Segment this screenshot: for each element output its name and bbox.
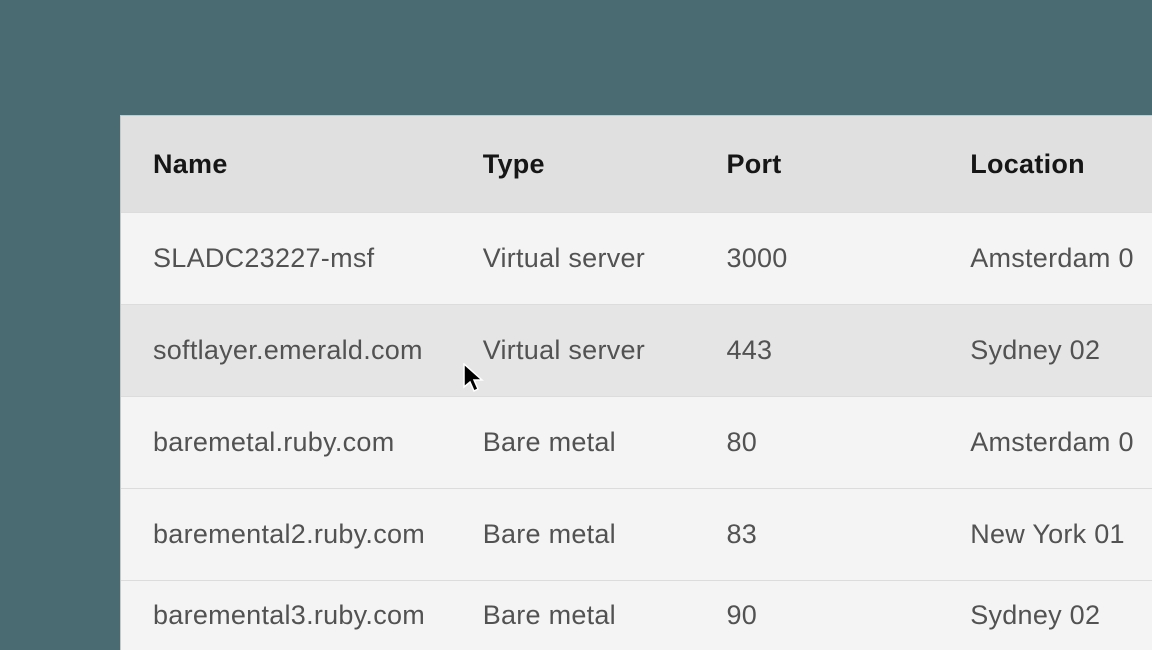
table-row[interactable]: baremental3.ruby.com Bare metal 90 Sydne…	[121, 580, 1152, 650]
cell-port: 90	[726, 600, 970, 631]
cell-port: 3000	[726, 243, 970, 274]
cell-type: Bare metal	[483, 600, 727, 631]
cell-type: Bare metal	[483, 519, 727, 550]
column-header-name[interactable]: Name	[121, 149, 483, 180]
cell-location: Sydney 02	[970, 335, 1152, 366]
cell-port: 443	[726, 335, 970, 366]
table-header-row: Name Type Port Location	[121, 116, 1152, 212]
cell-name: softlayer.emerald.com	[121, 335, 483, 366]
column-header-location[interactable]: Location	[970, 149, 1152, 180]
cell-port: 80	[726, 427, 970, 458]
cell-name: baremetal.ruby.com	[121, 427, 483, 458]
cell-location: New York 01	[970, 519, 1152, 550]
cell-type: Virtual server	[483, 335, 727, 366]
cell-name: SLADC23227-msf	[121, 243, 483, 274]
cell-location: Amsterdam 0	[970, 427, 1152, 458]
cell-port: 83	[726, 519, 970, 550]
cell-location: Amsterdam 0	[970, 243, 1152, 274]
server-table: Name Type Port Location SLADC23227-msf V…	[120, 115, 1152, 650]
cell-name: baremental3.ruby.com	[121, 600, 483, 631]
table-row[interactable]: SLADC23227-msf Virtual server 3000 Amste…	[121, 212, 1152, 304]
table-row[interactable]: baremetal.ruby.com Bare metal 80 Amsterd…	[121, 396, 1152, 488]
table-row[interactable]: baremental2.ruby.com Bare metal 83 New Y…	[121, 488, 1152, 580]
cell-type: Virtual server	[483, 243, 727, 274]
cell-name: baremental2.ruby.com	[121, 519, 483, 550]
column-header-port[interactable]: Port	[726, 149, 970, 180]
cell-location: Sydney 02	[970, 600, 1152, 631]
cell-type: Bare metal	[483, 427, 727, 458]
column-header-type[interactable]: Type	[483, 149, 727, 180]
table-row[interactable]: softlayer.emerald.com Virtual server 443…	[121, 304, 1152, 396]
